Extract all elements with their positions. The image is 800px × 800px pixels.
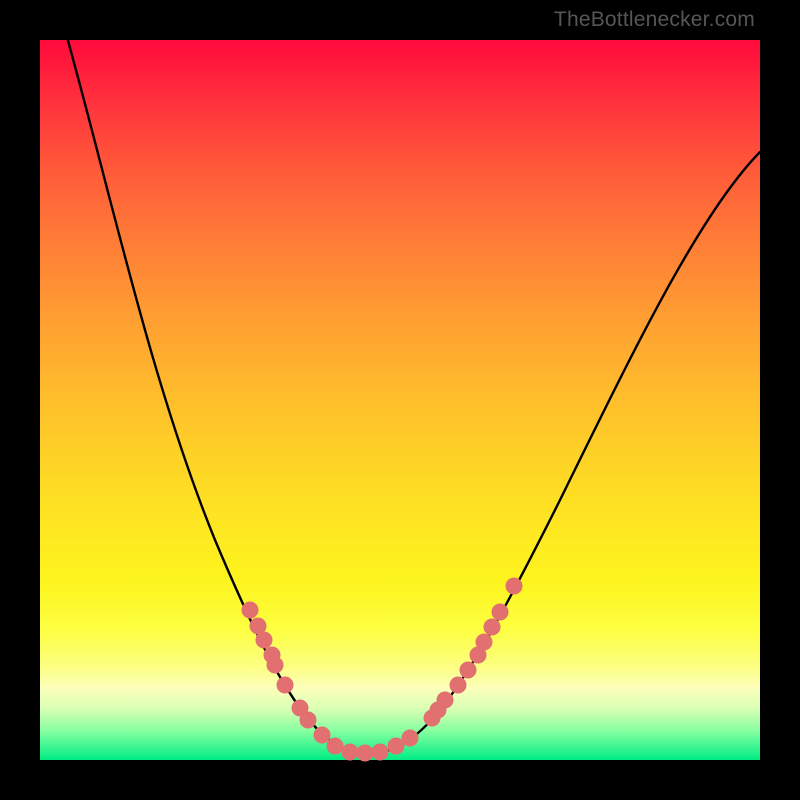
chart-svg-layer	[40, 40, 760, 760]
watermark-text: TheBottlenecker.com	[554, 8, 755, 32]
scatter-dot	[372, 744, 388, 760]
scatter-dot	[256, 632, 272, 648]
scatter-dot	[327, 738, 343, 754]
scatter-dot	[506, 578, 522, 594]
scatter-dot	[484, 619, 500, 635]
scatter-dot	[242, 602, 258, 618]
scatter-dots-group	[242, 578, 522, 761]
scatter-dot	[476, 634, 492, 650]
scatter-dot	[267, 657, 283, 673]
scatter-dot	[492, 604, 508, 620]
scatter-dot	[460, 662, 476, 678]
scatter-dot	[450, 677, 466, 693]
scatter-dot	[314, 727, 330, 743]
scatter-dot	[357, 745, 373, 761]
scatter-dot	[300, 712, 316, 728]
chart-plot-area	[40, 40, 760, 760]
bottleneck-curve	[65, 30, 760, 753]
scatter-dot	[437, 692, 453, 708]
scatter-dot	[277, 677, 293, 693]
scatter-dot	[342, 744, 358, 760]
scatter-dot	[402, 730, 418, 746]
scatter-dot	[388, 738, 404, 754]
